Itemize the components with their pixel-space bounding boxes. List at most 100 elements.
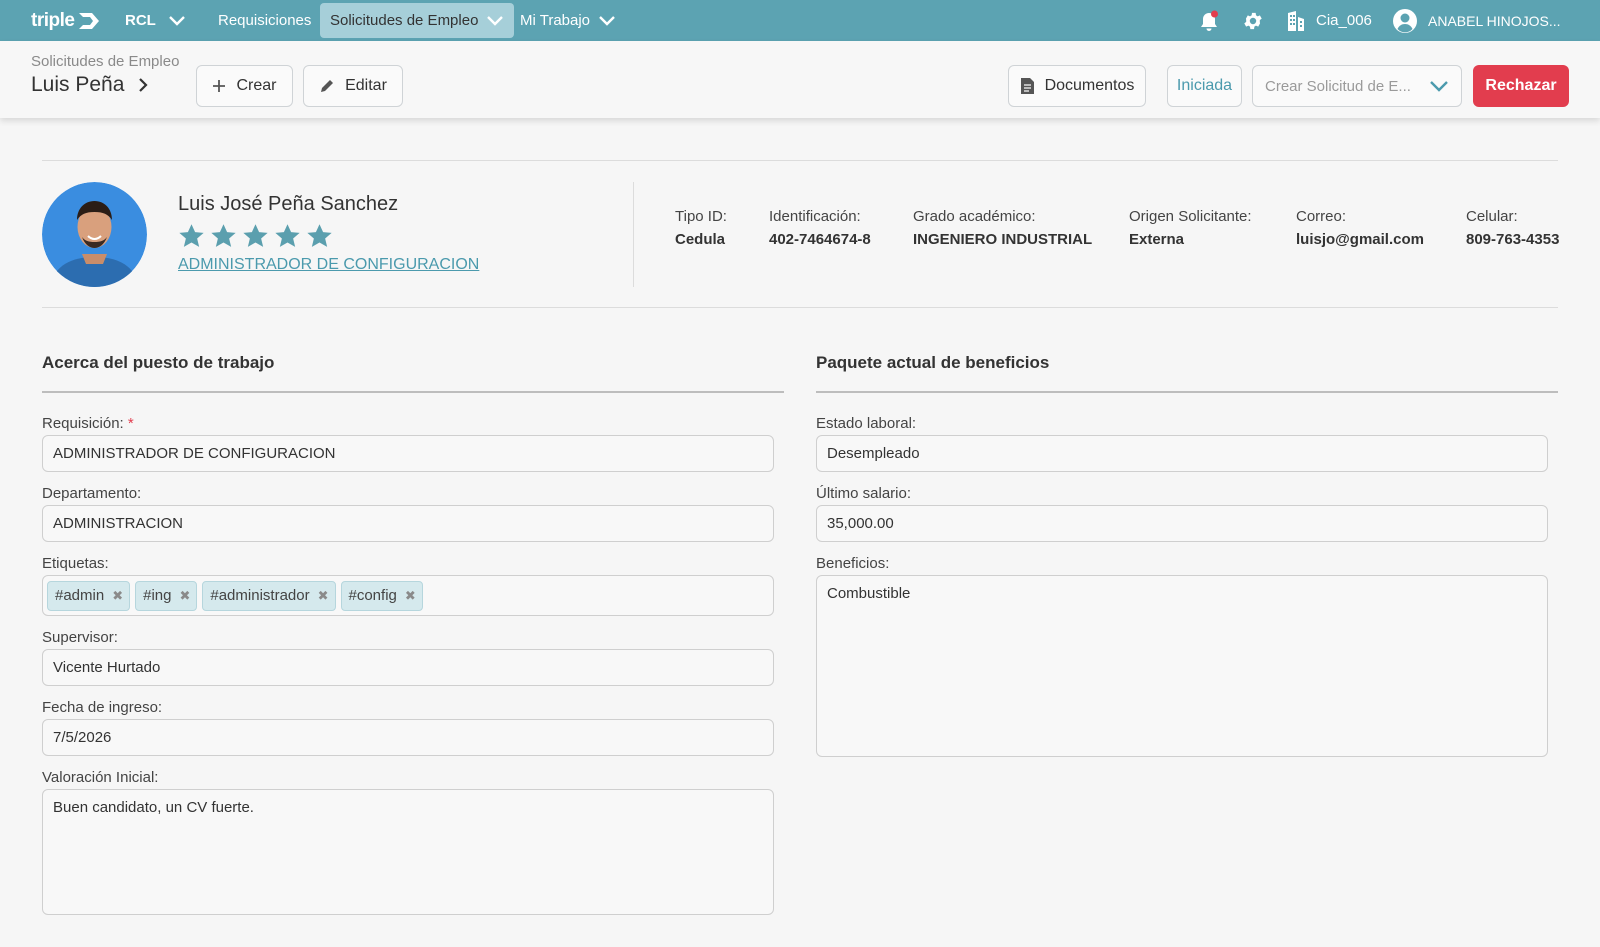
info-value: Cedula — [675, 231, 726, 248]
star-icon[interactable] — [242, 223, 269, 249]
info-label: Origen Solicitante: — [1129, 208, 1252, 225]
logo-mark-icon — [77, 12, 101, 30]
position-link[interactable]: ADMINISTRADOR DE CONFIGURACION — [178, 256, 479, 274]
notifications-bell-icon[interactable] — [1199, 0, 1219, 41]
user-name[interactable]: ANABEL HINOJOS... — [1428, 0, 1561, 41]
plus-icon — [213, 80, 226, 92]
remove-tag-icon[interactable]: ✖ — [405, 588, 416, 604]
create-button-label: Crear — [236, 77, 277, 94]
section-divider — [816, 391, 1558, 393]
info-label: Correo: — [1296, 208, 1347, 225]
info-identification: Identificación: 402-7464674-8 — [769, 208, 871, 248]
requisition-label: Requisición: * — [42, 415, 134, 432]
nav-solicitudes-label: Solicitudes de Empleo — [330, 12, 479, 29]
info-cellphone: Celular: 809-763-4353 — [1466, 208, 1559, 248]
last-salary-label: Último salario: — [816, 485, 912, 502]
remove-tag-icon[interactable]: ✖ — [179, 588, 190, 604]
page-title-text: Luis Peña — [31, 73, 125, 96]
tag-text: #config — [348, 587, 397, 604]
benefits-section-title: Paquete actual de beneficios — [816, 353, 1050, 372]
department-label: Departamento: — [42, 485, 142, 502]
chevron-right-icon[interactable] — [138, 78, 148, 92]
top-navbar: triple RCL Requisiciones Solicitudes de … — [0, 0, 1600, 41]
building-icon[interactable] — [1286, 0, 1306, 41]
last-salary-field[interactable]: 35,000.00 — [816, 505, 1548, 542]
tags-field[interactable]: #admin ✖ #ing ✖ #administrador ✖ #config ✖ — [42, 575, 774, 616]
reject-button[interactable]: Rechazar — [1473, 65, 1569, 107]
benefits-label: Beneficios: — [816, 555, 890, 572]
dropdown-placeholder: Crear Solicitud de E... — [1265, 77, 1411, 95]
vertical-divider — [633, 182, 634, 287]
breadcrumb[interactable]: Solicitudes de Empleo — [31, 53, 179, 70]
info-label: Tipo ID: — [675, 208, 727, 225]
info-value: luisjo@gmail.com — [1296, 231, 1424, 248]
tag-text: #ing — [143, 587, 172, 604]
section-divider — [42, 391, 784, 393]
document-icon — [1020, 78, 1034, 94]
star-icon[interactable] — [178, 223, 205, 249]
requisition-label-text: Requisición: — [42, 415, 124, 432]
tag-chip[interactable]: #ing ✖ — [135, 580, 198, 611]
info-id-type: Tipo ID: Cedula — [675, 208, 727, 248]
record-header: Solicitudes de Empleo Luis Peña Crear Ed… — [0, 41, 1600, 118]
remove-tag-icon[interactable]: ✖ — [112, 588, 123, 604]
start-date-label: Fecha de ingreso: — [42, 699, 163, 716]
company-selector[interactable]: RCL — [125, 0, 156, 41]
nav-mi-trabajo[interactable]: Mi Trabajo — [520, 0, 616, 41]
info-label: Identificación: — [769, 208, 861, 225]
info-value: 402-7464674-8 — [769, 231, 871, 248]
star-icon[interactable] — [210, 223, 237, 249]
start-date-field[interactable]: 7/5/2026 — [42, 719, 774, 756]
user-avatar-icon[interactable] — [1392, 0, 1418, 41]
chevron-down-icon — [487, 15, 504, 26]
employment-status-field[interactable]: Desempleado — [816, 435, 1548, 472]
settings-gear-icon[interactable] — [1242, 0, 1264, 41]
documents-button-label: Documentos — [1044, 77, 1135, 94]
nav-solicitudes-empleo[interactable]: Solicitudes de Empleo — [320, 3, 515, 38]
supervisor-field[interactable]: Vicente Hurtado — [42, 649, 774, 686]
nav-mi-trabajo-label: Mi Trabajo — [520, 12, 591, 29]
create-request-dropdown[interactable]: Crear Solicitud de E... — [1252, 65, 1462, 107]
info-value: Externa — [1129, 231, 1185, 248]
tag-text: #administrador — [210, 587, 310, 604]
tag-chip[interactable]: #administrador ✖ — [202, 580, 336, 611]
candidate-photo — [42, 182, 147, 287]
department-field[interactable]: ADMINISTRACION — [42, 505, 774, 542]
chevron-down-icon — [1430, 80, 1448, 92]
nav-requisiciones[interactable]: Requisiciones — [218, 0, 311, 41]
status-button[interactable]: Iniciada — [1167, 65, 1242, 107]
divider — [42, 307, 1558, 308]
edit-button[interactable]: Editar — [303, 65, 403, 107]
page-title: Luis Peña — [31, 73, 148, 97]
chevron-down-icon — [599, 15, 615, 26]
required-marker: * — [127, 415, 134, 432]
employment-status-label: Estado laboral: — [816, 415, 917, 432]
tags-label: Etiquetas: — [42, 555, 109, 572]
rating-stars[interactable] — [178, 223, 333, 249]
candidate-name: Luis José Peña Sanchez — [178, 193, 399, 215]
star-icon[interactable] — [274, 223, 301, 249]
benefits-textarea[interactable]: Combustible — [816, 575, 1548, 757]
create-button[interactable]: Crear — [196, 65, 293, 107]
supervisor-label: Supervisor: — [42, 629, 118, 646]
company-id-label[interactable]: Cia_006 — [1316, 0, 1372, 41]
info-value: 809-763-4353 — [1466, 231, 1560, 248]
tag-text: #admin — [55, 587, 105, 604]
assessment-label: Valoración Inicial: — [42, 769, 159, 786]
divider — [42, 160, 1558, 161]
app-logo[interactable]: triple — [31, 0, 101, 41]
documents-button[interactable]: Documentos — [1008, 65, 1146, 107]
chevron-down-icon[interactable] — [168, 0, 186, 41]
assessment-textarea[interactable]: Buen candidato, un CV fuerte. — [42, 789, 774, 915]
tag-chip[interactable]: #config ✖ — [340, 580, 423, 611]
job-section-title: Acerca del puesto de trabajo — [42, 353, 275, 372]
info-academic-degree: Grado académico: INGENIERO INDUSTRIAL — [913, 208, 1092, 248]
info-email: Correo: luisjo@gmail.com — [1296, 208, 1424, 248]
requisition-field[interactable]: ADMINISTRADOR DE CONFIGURACION — [42, 435, 774, 472]
info-label: Grado académico: — [913, 208, 1036, 225]
edit-button-label: Editar — [345, 77, 387, 94]
info-applicant-origin: Origen Solicitante: Externa — [1129, 208, 1252, 248]
star-icon[interactable] — [306, 223, 333, 249]
tag-chip[interactable]: #admin ✖ — [47, 580, 131, 611]
remove-tag-icon[interactable]: ✖ — [318, 588, 329, 604]
